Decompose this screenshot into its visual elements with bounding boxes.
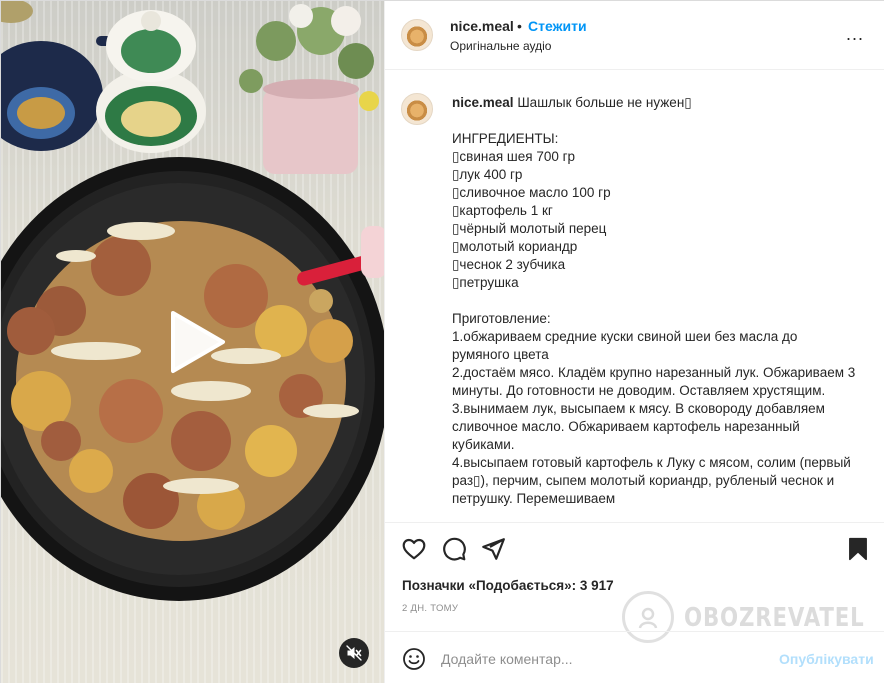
ingredient-item: ▯чеснок 2 зубчика — [452, 257, 566, 272]
instagram-post-modal: nice.meal • Стежити Оригінальне аудіо ..… — [0, 0, 884, 683]
ingredient-item: ▯петрушка — [452, 275, 519, 290]
watermark-text: OBOZREVATEL — [684, 603, 865, 633]
heart-icon[interactable] — [401, 536, 427, 562]
more-options-icon[interactable]: ... — [846, 25, 864, 43]
step-item: 4.высыпаем готовый картофель к Луку с мя… — [452, 455, 851, 506]
post-video[interactable] — [1, 1, 384, 683]
original-audio-link[interactable]: Оригінальне аудіо — [450, 39, 551, 53]
paper-plane-icon[interactable] — [480, 536, 506, 562]
post-header: nice.meal • Стежити Оригінальне аудіо ..… — [385, 1, 884, 70]
ingredient-item: ▯сливочное масло 100 гр — [452, 185, 611, 200]
ingredients-heading: ИНГРЕДИЕНТЫ: — [452, 131, 559, 146]
ingredient-item: ▯чёрный молотый перец — [452, 221, 607, 236]
post-caption: nice.meal Шашлык больше не нужен▯ ИНГРЕД… — [452, 94, 857, 508]
caption-author-avatar[interactable] — [401, 93, 433, 125]
post-actions — [385, 524, 884, 574]
author-avatar[interactable] — [401, 19, 433, 51]
caption-title: Шашлык больше не нужен▯ — [517, 95, 692, 110]
caption-username[interactable]: nice.meal — [452, 95, 514, 110]
play-icon[interactable] — [159, 307, 229, 377]
author-username[interactable]: nice.meal — [450, 18, 514, 34]
comment-input[interactable] — [441, 649, 761, 669]
smiley-icon[interactable] — [402, 647, 426, 671]
comment-icon[interactable] — [441, 536, 467, 562]
step-item: 2.достаём мясо. Кладём крупно нарезанный… — [452, 365, 856, 398]
ingredient-item: ▯молотый кориандр — [452, 239, 578, 254]
steps-heading: Приготовление: — [452, 311, 551, 326]
bookmark-icon[interactable] — [845, 536, 871, 562]
speaker-muted-icon — [346, 645, 362, 661]
ingredient-item: ▯картофель 1 кг — [452, 203, 553, 218]
ingredient-item: ▯лук 400 гр — [452, 167, 523, 182]
post-date[interactable]: 2 дн. тому — [402, 603, 458, 614]
header-separator: • — [517, 18, 522, 34]
likes-count[interactable]: Позначки «Подобається»: 3 917 — [402, 578, 614, 593]
teapot-decoration — [1, 1, 116, 151]
caption-section: nice.meal Шашлык больше не нужен▯ ИНГРЕД… — [385, 71, 884, 523]
follow-button[interactable]: Стежити — [528, 18, 587, 34]
caption-first-line: nice.meal Шашлык больше не нужен▯ — [452, 94, 857, 112]
publish-button[interactable]: Опублікувати — [779, 651, 874, 667]
sugar-bowl-decoration — [96, 10, 206, 153]
step-item: 3.вынимаем лук, высыпаем к мясу. В сково… — [452, 401, 825, 452]
post-side-panel: nice.meal • Стежити Оригінальне аудіо ..… — [384, 1, 884, 683]
flower-pot-decoration — [239, 4, 379, 174]
mute-button[interactable] — [339, 638, 369, 668]
comment-bar: Опублікувати — [385, 631, 884, 683]
step-item: 1.обжариваем средние куски свиной шеи бе… — [452, 329, 798, 362]
ingredient-item: ▯свиная шея 700 гр — [452, 149, 576, 164]
